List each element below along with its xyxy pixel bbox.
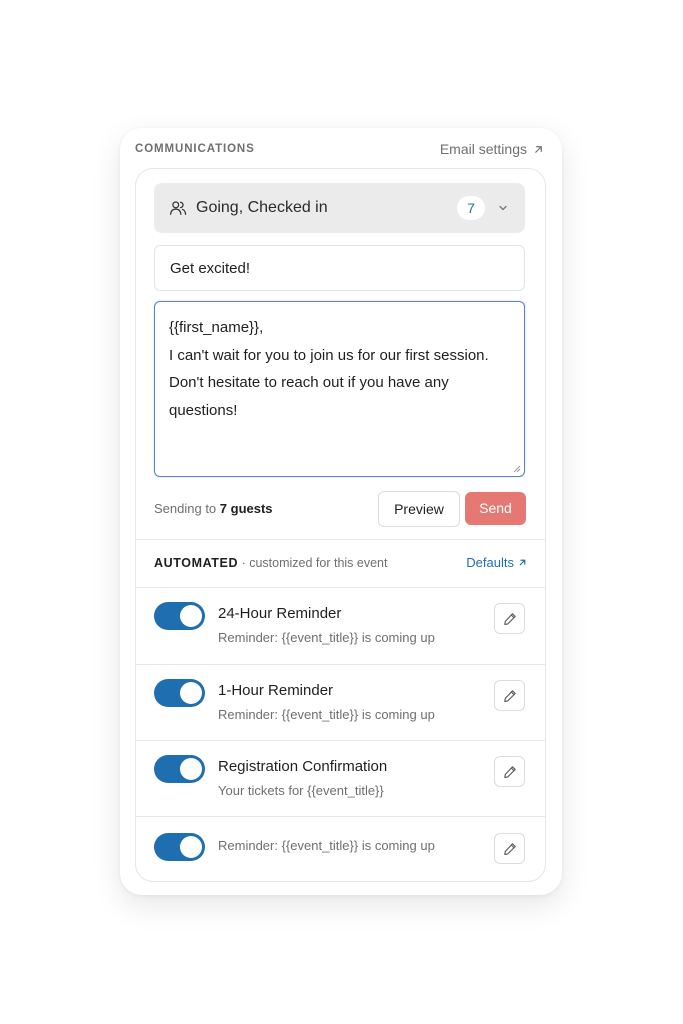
edit-automation-button[interactable] (494, 680, 525, 711)
automation-row: 24-Hour Reminder Reminder: {{event_title… (136, 588, 545, 664)
pencil-icon (504, 843, 516, 855)
automation-subtitle: Your tickets for {{event_title}} (218, 783, 384, 798)
pencil-icon (504, 613, 516, 625)
arrow-up-right-icon (519, 559, 526, 566)
divider (136, 539, 545, 540)
toggle-knob (180, 836, 202, 858)
resize-handle-icon[interactable] (512, 464, 521, 473)
send-button[interactable]: Send (465, 492, 526, 525)
body-line: Don't hesitate to reach out if you have … (169, 374, 449, 391)
automation-row: 1-Hour Reminder Reminder: {{event_title}… (136, 665, 545, 741)
message-body-textarea[interactable]: {{first_name}}, I can't wait for you to … (154, 301, 525, 477)
toggle-knob (180, 605, 202, 627)
panel-title: COMMUNICATIONS (135, 143, 255, 155)
defaults-link[interactable]: Defaults (466, 555, 527, 570)
communications-card: Going, Checked in 7 Get excited! {{first… (135, 168, 546, 882)
automation-subtitle: Reminder: {{event_title}} is coming up (218, 707, 435, 722)
automation-title: 1-Hour Reminder (218, 682, 334, 699)
automated-title: AUTOMATED (154, 556, 239, 570)
sending-summary: Sending to 7 guests (154, 501, 273, 516)
automated-subtitle: · customized for this event (241, 556, 388, 570)
automation-row: Registration Confirmation Your tickets f… (136, 741, 545, 817)
pencil-icon (504, 690, 516, 702)
edit-automation-button[interactable] (494, 603, 525, 634)
toggle-knob (180, 758, 202, 780)
automated-heading: AUTOMATED · customized for this event (154, 556, 388, 570)
body-line: {{first_name}}, (169, 319, 264, 336)
sending-count: 7 guests (219, 501, 273, 516)
automation-title: Registration Confirmation (218, 758, 388, 775)
automation-row: Reminder: {{event_title}} is coming up (136, 817, 545, 881)
edit-automation-button[interactable] (494, 833, 525, 864)
pencil-icon (504, 766, 516, 778)
recipients-count-badge: 7 (457, 196, 485, 220)
users-icon (169, 201, 187, 215)
chevron-down-icon (499, 205, 507, 211)
subject-input[interactable]: Get excited! (154, 245, 525, 291)
automation-subtitle: Reminder: {{event_title}} is coming up (218, 630, 435, 645)
automation-subtitle: Reminder: {{event_title}} is coming up (218, 838, 435, 853)
communications-panel: COMMUNICATIONS Email settings Going, Che… (120, 128, 562, 895)
defaults-label: Defaults (466, 555, 514, 570)
recipients-label: Going, Checked in (196, 199, 328, 216)
preview-button[interactable]: Preview (378, 491, 460, 527)
automation-toggle[interactable] (154, 833, 205, 861)
edit-automation-button[interactable] (494, 756, 525, 787)
automation-toggle[interactable] (154, 679, 205, 707)
email-settings-label: Email settings (439, 141, 527, 157)
toggle-knob (180, 682, 202, 704)
automation-toggle[interactable] (154, 755, 205, 783)
email-settings-link[interactable]: Email settings (440, 141, 544, 157)
arrow-up-right-icon (535, 145, 542, 153)
body-line: questions! (169, 401, 238, 419)
body-line: I can't wait for you to join us for our … (169, 346, 489, 364)
automation-toggle[interactable] (154, 602, 205, 630)
recipients-dropdown[interactable]: Going, Checked in 7 (154, 183, 525, 233)
automation-title: 24-Hour Reminder (218, 605, 342, 622)
sending-prefix: Sending to (154, 501, 217, 516)
